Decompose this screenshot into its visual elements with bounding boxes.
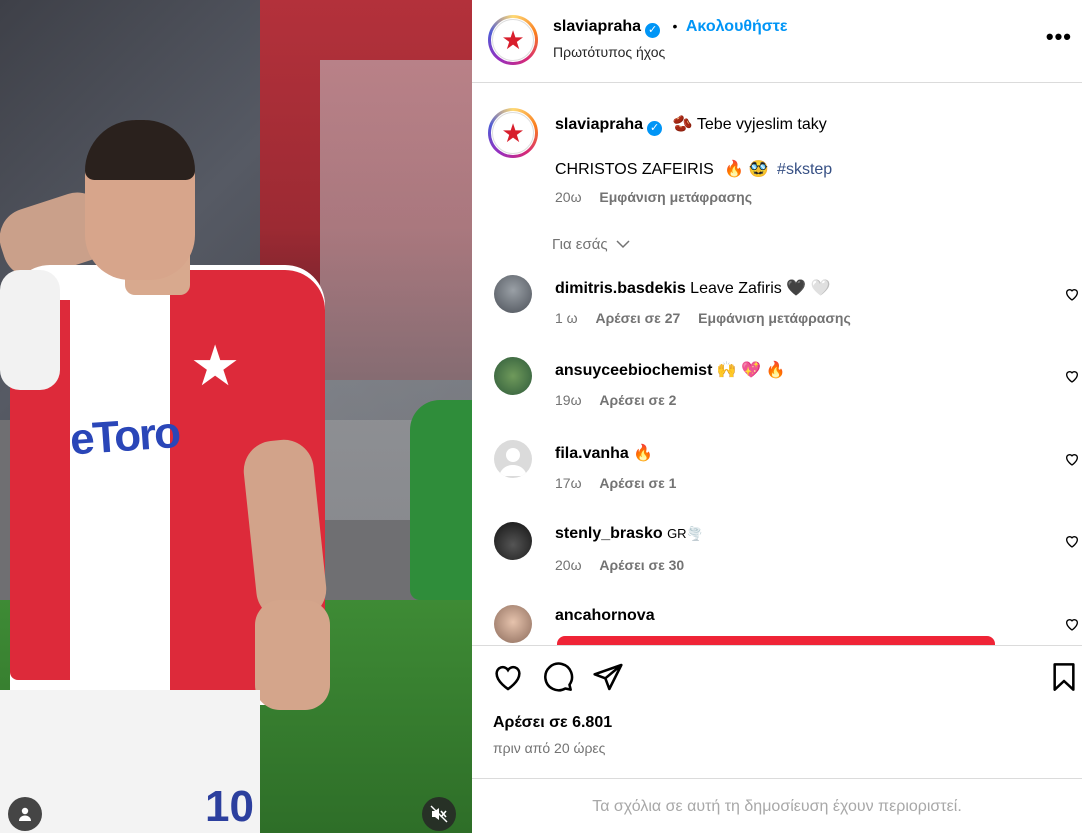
shirt-sleeve <box>0 270 60 390</box>
comment-item: fila.vanha 🔥 17ω Αρέσει σε 1 <box>472 435 1082 515</box>
comment-time: 20ω <box>555 557 582 573</box>
commenter-username[interactable]: dimitris.basdekis <box>555 280 686 297</box>
commenter-avatar[interactable] <box>494 605 532 643</box>
post-viewer: ★ eToro 10 ★ slaviapraha ✓ • Ακολουθήστε… <box>0 0 1082 833</box>
comment-image-preview <box>557 636 995 645</box>
post-time: πριν από 20 ώρες <box>493 740 606 756</box>
commenter-avatar[interactable] <box>494 522 532 560</box>
comment-text: 🔥 <box>633 445 654 462</box>
comment-likes[interactable]: Αρέσει σε 1 <box>599 475 676 491</box>
caption-meta: 20ω Εμφάνιση μετάφρασης <box>555 189 752 205</box>
comment-text: 🙌 💖 🔥 <box>716 362 786 379</box>
mute-button[interactable] <box>422 797 456 831</box>
author-avatar[interactable]: ★ <box>488 15 538 65</box>
caption-emoji: 🫘 <box>672 116 693 133</box>
share-paper-plane-icon[interactable] <box>592 661 624 693</box>
heart-icon[interactable] <box>1064 616 1080 632</box>
commenter-username[interactable]: stenly_brasko <box>555 525 663 542</box>
comment-translate-link[interactable]: Εμφάνιση μετάφρασης <box>698 310 851 326</box>
slavia-logo-icon: ★ <box>492 112 534 154</box>
post-side-panel: ★ slaviapraha ✓ • Ακολουθήστε Πρωτότυπος … <box>472 0 1082 833</box>
comment-likes[interactable]: Αρέσει σε 30 <box>599 557 684 573</box>
default-avatar-icon <box>499 448 527 476</box>
commenter-avatar[interactable] <box>494 275 532 313</box>
like-heart-icon[interactable] <box>492 661 524 693</box>
caption-avatar[interactable]: ★ <box>488 108 538 158</box>
heart-icon[interactable] <box>1064 368 1080 384</box>
caption-line-1: slaviapraha ✓ 🫘 Tebe vyjeslim taky <box>555 114 827 136</box>
likes-count[interactable]: Αρέσει σε 6.801 <box>493 714 612 732</box>
verified-badge-icon: ✓ <box>645 23 661 38</box>
post-video[interactable]: ★ eToro 10 <box>0 0 472 833</box>
heart-icon[interactable] <box>1064 286 1080 302</box>
shirt-number: 10 <box>205 782 254 831</box>
commenter-avatar[interactable] <box>494 440 532 478</box>
author-username[interactable]: slaviapraha <box>553 18 641 35</box>
comment-item: dimitris.basdekis Leave Zafiris 🖤 🤍 1 ω … <box>472 270 1082 350</box>
comment-meta: 19ω Αρέσει σε 2 <box>555 392 690 408</box>
chevron-down-icon <box>616 240 630 249</box>
commenter-username[interactable]: fila.vanha <box>555 445 629 462</box>
user-icon <box>19 807 31 821</box>
comment-time: 1 ω <box>555 310 578 326</box>
comment-text: Leave Zafiris 🖤 🤍 <box>690 280 831 297</box>
caption-emojis: 🔥 🥸 <box>724 161 769 178</box>
header-separator: • <box>672 18 678 34</box>
commenter-username[interactable]: ansuyceebiochemist <box>555 362 712 379</box>
slavia-logo-icon: ★ <box>492 19 534 61</box>
player-hand <box>255 600 330 710</box>
heart-icon[interactable] <box>1064 533 1080 549</box>
commenter-username[interactable]: ancahornova <box>555 607 655 624</box>
heart-icon[interactable] <box>1064 451 1080 467</box>
actions-divider <box>472 645 1082 646</box>
comment-bubble-icon[interactable] <box>542 661 574 693</box>
comment-meta: 1 ω Αρέσει σε 27 Εμφάνιση μετάφρασης <box>555 310 865 326</box>
caption-line-2: CHRISTOS ZAFEIRIS 🔥 🥸 #skstep <box>555 159 832 179</box>
comment-item: ansuyceebiochemist 🙌 💖 🔥 19ω Αρέσει σε 2 <box>472 352 1082 432</box>
for-you-label: Για εσάς <box>552 236 608 253</box>
comment-time: 17ω <box>555 475 582 491</box>
comment-time: 19ω <box>555 392 582 408</box>
tagged-users-button[interactable] <box>8 797 42 831</box>
comment-likes[interactable]: Αρέσει σε 2 <box>599 392 676 408</box>
caption-player-name: CHRISTOS ZAFEIRIS <box>555 161 714 178</box>
hashtag-link[interactable]: #skstep <box>777 161 832 178</box>
background-person <box>410 400 472 600</box>
comment-item: stenly_brasko GR🌪️ 20ω Αρέσει σε 30 <box>472 517 1082 597</box>
save-bookmark-icon[interactable] <box>1048 661 1080 693</box>
comment-meta: 17ω Αρέσει σε 1 <box>555 475 690 491</box>
caption-username[interactable]: slaviapraha <box>555 116 643 133</box>
comment-text: GR🌪️ <box>667 526 703 541</box>
comments-restricted-bar: Τα σχόλια σε αυτή τη δημοσίευση έχουν πε… <box>472 778 1082 834</box>
caption-translate-link[interactable]: Εμφάνιση μετάφρασης <box>599 189 752 205</box>
commenter-avatar[interactable] <box>494 357 532 395</box>
post-header: ★ slaviapraha ✓ • Ακολουθήστε Πρωτότυπος … <box>472 0 1082 83</box>
comment-meta: 20ω Αρέσει σε 30 <box>555 557 698 573</box>
verified-badge-icon: ✓ <box>647 121 663 136</box>
caption-text: Tebe vyjeslim taky <box>696 116 827 133</box>
more-options-icon[interactable]: ••• <box>1046 24 1072 50</box>
follow-button[interactable]: Ακολουθήστε <box>686 18 788 35</box>
audio-link[interactable]: Πρωτότυπος ήχος <box>553 44 665 60</box>
shirt-star-icon: ★ <box>190 334 241 397</box>
for-you-sort[interactable]: Για εσάς <box>552 236 630 253</box>
comment-likes[interactable]: Αρέσει σε 27 <box>596 310 681 326</box>
comments-restricted-note: Τα σχόλια σε αυτή τη δημοσίευση έχουν πε… <box>592 797 962 815</box>
caption-time: 20ω <box>555 189 582 205</box>
muted-speaker-icon <box>430 805 448 823</box>
